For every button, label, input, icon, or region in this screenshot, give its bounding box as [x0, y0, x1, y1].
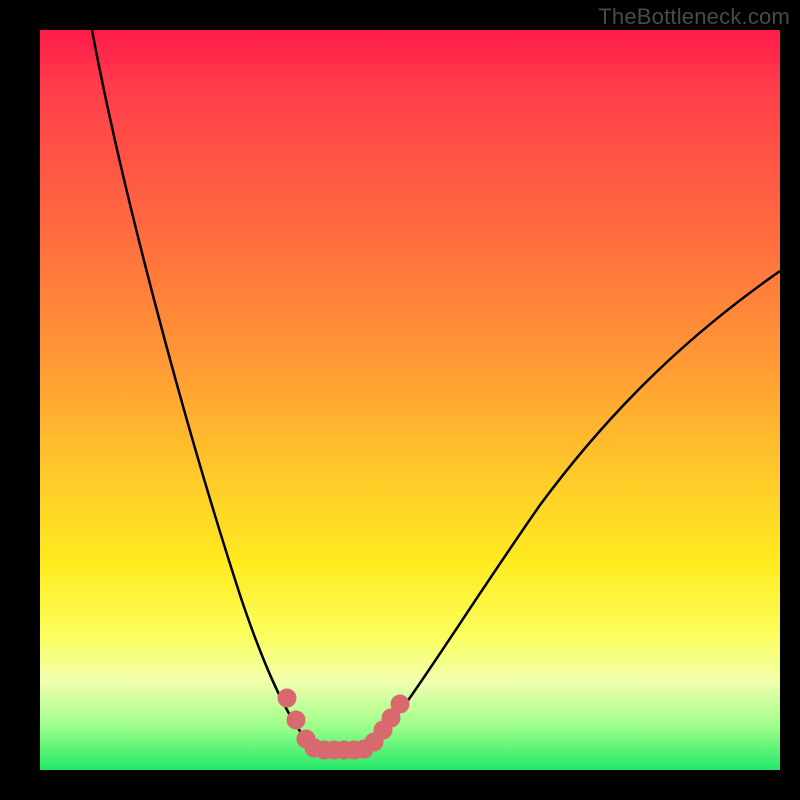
- curve-left-branch: [92, 30, 314, 748]
- marker-group: [278, 689, 409, 759]
- marker-point: [391, 695, 409, 713]
- curve-group: [92, 30, 780, 753]
- curve-right-branch: [370, 271, 780, 748]
- marker-point: [287, 711, 305, 729]
- watermark-text: TheBottleneck.com: [598, 4, 790, 30]
- chart-overlay: [40, 30, 780, 770]
- marker-point: [278, 689, 296, 707]
- chart-frame: TheBottleneck.com: [0, 0, 800, 800]
